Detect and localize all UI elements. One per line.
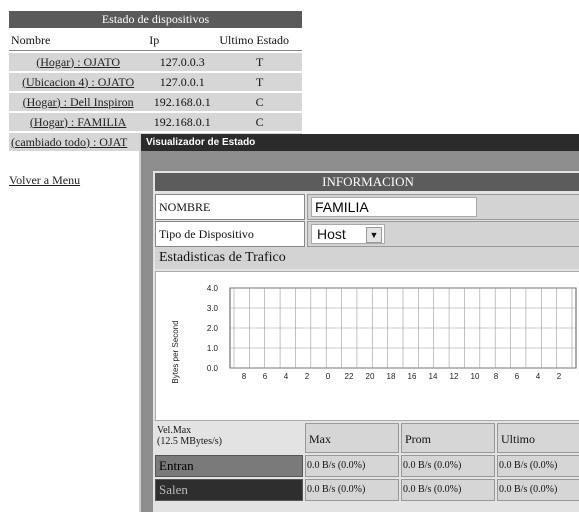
x-tick-label: 0 [326,372,331,381]
table-row: (Hogar) : FAMILIA 192.168.0.1 C [9,113,302,131]
tipo-label: Tipo de Dispositivo [155,221,305,247]
y-tick-label: 4.0 [207,284,219,293]
device-link[interactable]: (Hogar) : OJATO [36,55,120,69]
device-status: C [217,113,302,131]
device-status: T [217,53,302,71]
salen-legend: Salen [155,479,303,501]
nombre-label: NOMBRE [155,194,305,220]
x-tick-label: 6 [263,372,268,381]
table-row: (Hogar) : Dell Inspiron 192.168.0.1 C [9,93,302,111]
device-link[interactable]: (Ubicacion 4) : OJATO [22,75,134,89]
x-tick-label: 14 [429,372,438,381]
tipo-row: Tipo de Dispositivo Host ▼ [155,221,579,247]
x-tick-label: 4 [536,372,541,381]
salen-max: 0.0 B/s (0.0%) [305,479,399,501]
x-tick-label: 2 [305,372,310,381]
col-nombre: Nombre [9,30,148,51]
info-heading: INFORMACION [155,173,579,191]
salen-ultimo: 0.0 B/s (0.0%) [497,479,579,501]
device-link[interactable]: (Hogar) : FAMILIA [30,115,126,129]
device-link-cambiado[interactable]: (cambiado todo) : OJAT [11,135,127,149]
nombre-input[interactable] [311,197,477,217]
table-row: (Hogar) : OJATO 127.0.0.3 T [9,53,302,71]
x-tick-label: 10 [471,372,480,381]
device-link[interactable]: (Hogar) : Dell Inspiron [23,95,134,109]
y-tick-label: 2.0 [207,324,219,333]
x-tick-label: 6 [515,372,520,381]
table-row: (Ubicacion 4) : OJATO 127.0.0.1 T [9,73,302,91]
window-title[interactable]: Visualizador de Estado [141,134,579,151]
col-prom: Prom [401,423,495,453]
x-tick-label: 12 [450,372,459,381]
y-tick-label: 0.0 [207,364,219,373]
tipo-select[interactable]: Host ▼ [311,224,385,244]
salen-prom: 0.0 B/s (0.0%) [401,479,495,501]
traffic-chart-svg: Bytes per Second 0.01.02.03.04.08 6 4 2 0 22 2… [171,284,577,384]
device-ip: 127.0.0.3 [147,53,218,71]
y-tick-label: 1.0 [207,344,219,353]
x-tick-label: 8 [494,372,499,381]
status-viewer-window: Visualizador de Estado INFORMACION NOMBR… [139,134,579,512]
devices-table: Estado de dispositivos Nombre Ip Ultimo … [9,9,302,153]
device-ip: 192.168.0.1 [147,113,218,131]
stats-heading: Estadisticas de Trafico [155,247,579,269]
traffic-chart: Bytes per Second 0.0 1.0 2.0 3.0 4.0 8 6 4 2 0 22 2… [155,271,579,421]
devices-title: Estado de dispositivos [9,11,302,28]
device-ip: 127.0.0.1 [147,73,218,91]
nombre-row: NOMBRE [155,194,579,220]
device-status: T [217,73,302,91]
chevron-down-icon[interactable]: ▼ [366,227,382,243]
device-ip: 192.168.0.1 [147,93,218,111]
col-ultimo: Ultimo [497,423,579,453]
col-ultimo-estado: Ultimo Estado [217,30,302,51]
entran-ultimo: 0.0 B/s (0.0%) [497,455,579,477]
col-ip: Ip [147,30,218,51]
y-tick-label: 3.0 [207,304,219,313]
window-body: INFORMACION NOMBRE Tipo de Dispositivo H… [153,171,579,512]
tipo-value: Host [317,226,346,242]
back-to-menu-link[interactable]: Volver a Menu [9,173,80,188]
x-tick-label: 16 [408,372,417,381]
x-tick-label: 20 [366,372,375,381]
x-tick-label: 18 [387,372,396,381]
chart-ylabel: Bytes per Second [171,320,180,383]
x-tick-label: 22 [345,372,354,381]
entran-prom: 0.0 B/s (0.0%) [401,455,495,477]
entran-legend: Entran [155,455,303,477]
x-tick-label: 2 [557,372,562,381]
traffic-stats-table: Vel.Max (12.5 MBytes/s) Max Prom Ultimo … [155,423,579,503]
x-tick-label: 8 [242,372,247,381]
col-max: Max [305,423,399,453]
speed-max-label: Vel.Max (12.5 MBytes/s) [155,423,303,453]
device-status: C [217,93,302,111]
x-tick-label: 4 [284,372,289,381]
entran-max: 0.0 B/s (0.0%) [305,455,399,477]
